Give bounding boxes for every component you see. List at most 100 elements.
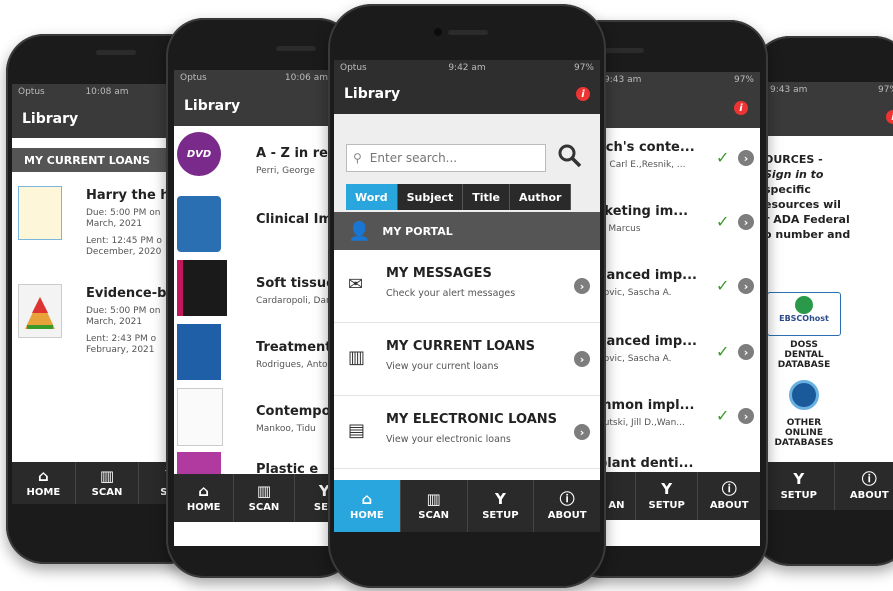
barcode-icon: ▥ — [99, 467, 115, 485]
status-time: 9:42 am — [448, 63, 486, 73]
info-icon: ⓘ — [559, 490, 575, 508]
phone-3-screen: Optus 9:42 am 97% Library i ⚲ Word Subje… — [334, 60, 600, 532]
chevron-right-icon[interactable]: › — [738, 408, 754, 424]
tab-setup[interactable]: Y SETUP — [764, 462, 835, 510]
wrench-icon: Y — [793, 470, 805, 488]
chevron-right-icon[interactable]: › — [738, 278, 754, 294]
wrench-icon: Y — [494, 490, 506, 508]
tab-bar: ⌂ HOME ▥ SCAN Y SETUP ⓘ ABOUT — [334, 480, 600, 532]
result-item[interactable]: rketing im... s, Marcus ✓ › — [598, 194, 760, 258]
portal-header: 👤 MY PORTAL — [334, 212, 600, 250]
phone-2-screen: Optus 10:06 am Library DVD A - Z in res … — [174, 70, 354, 546]
search-field[interactable]: ⚲ — [346, 144, 546, 172]
book-cover — [177, 452, 221, 474]
book-cover — [177, 260, 227, 316]
search-area: ⚲ Word Subject Title Author — [334, 114, 600, 214]
tab-bar: AN Y SETUP ⓘ ABOUT — [598, 472, 760, 520]
tab-about[interactable]: ⓘ ABOUT — [698, 472, 760, 520]
tab-about[interactable]: ⓘ ABOUT — [534, 480, 600, 532]
envelope-icon: ✉ — [348, 274, 364, 295]
search-input[interactable] — [367, 150, 532, 166]
resources-text: OURCES - Sign in to specific esources wi… — [764, 153, 851, 241]
app-bar: Library i — [334, 74, 600, 114]
result-item[interactable]: DVD A - Z in res Perri, George — [174, 128, 354, 194]
chevron-right-icon[interactable]: › — [574, 278, 590, 294]
check-icon: ✓ — [716, 406, 730, 425]
status-time: 9:43 am — [604, 75, 642, 85]
segment-subject[interactable]: Subject — [397, 184, 464, 210]
result-item[interactable]: Treatment Rodrigues, Anton — [174, 322, 354, 386]
check-icon: ✓ — [716, 342, 730, 361]
result-item[interactable]: Clinical Imp — [174, 194, 354, 258]
home-icon: ⌂ — [198, 482, 210, 500]
phone-5-screen: 9:43 am 97% i OURCES - Sign in to specif… — [764, 82, 893, 510]
magnifier-icon — [558, 144, 582, 168]
status-time: 10:06 am — [284, 73, 328, 83]
chevron-right-icon[interactable]: › — [738, 344, 754, 360]
tab-setup[interactable]: Y SETUP — [468, 480, 535, 532]
result-item[interactable]: vanced imp... novic, Sascha A. ✓ › — [598, 258, 760, 322]
info-icon[interactable]: i — [886, 110, 893, 124]
ebook-icon — [177, 196, 221, 252]
books-icon: ▥ — [348, 347, 366, 368]
phone-4-screen: 9:43 am 97% i sch's conte... h, Carl E.,… — [598, 72, 760, 546]
ebsco-swirl-icon — [795, 296, 813, 314]
phone-3: Optus 9:42 am 97% Library i ⚲ Word Subje… — [328, 4, 606, 588]
carrier: Optus — [180, 73, 207, 83]
home-icon: ⌂ — [361, 490, 373, 508]
book-cover — [18, 186, 62, 240]
book-cover — [177, 324, 221, 380]
barcode-icon: ▥ — [426, 490, 441, 508]
info-icon: ⓘ — [721, 480, 737, 498]
tab-about[interactable]: ⓘ ABOUT — [835, 462, 893, 510]
info-icon[interactable]: i — [734, 101, 748, 115]
document-cover — [177, 388, 223, 446]
search-button[interactable] — [556, 142, 584, 170]
other-databases-link[interactable]: OTHER ONLINE DATABASES — [764, 380, 844, 448]
document-icon: ▤ — [348, 420, 366, 441]
tab-scan[interactable]: ▥ SCAN — [234, 474, 295, 522]
info-icon[interactable]: i — [576, 87, 590, 101]
pyramid-icon — [25, 297, 55, 329]
globe-icon — [789, 380, 819, 410]
chevron-right-icon[interactable]: › — [574, 351, 590, 367]
check-icon: ✓ — [716, 276, 730, 295]
wrench-icon: Y — [661, 480, 673, 498]
chevron-right-icon[interactable]: › — [738, 150, 754, 166]
tab-scan[interactable]: ▥ SCAN — [76, 462, 140, 504]
portal-item-electronic-loans[interactable]: ▤ MY ELECTRONIC LOANS View your electron… — [334, 396, 600, 469]
battery-level: 97% — [733, 75, 754, 85]
segment-author[interactable]: Author — [510, 184, 572, 210]
result-item[interactable]: sch's conte... h, Carl E.,Resnik, ... ✓ … — [598, 130, 760, 194]
chevron-right-icon[interactable]: › — [738, 214, 754, 230]
search-icon: ⚲ — [353, 151, 362, 165]
result-item[interactable]: mmon impl... hutski, Jill D.,Wan... ✓ › — [598, 388, 760, 452]
result-item[interactable]: vanced imp... novic, Sascha A. ✓ › — [598, 324, 760, 388]
tab-setup[interactable]: Y SETUP — [636, 472, 699, 520]
app-bar: Library — [174, 86, 354, 126]
tab-bar: Y SETUP ⓘ ABOUT — [764, 462, 893, 510]
segment-word[interactable]: Word — [346, 184, 398, 210]
tab-home[interactable]: ⌂ HOME — [334, 480, 401, 532]
user-icon: 👤 — [348, 220, 371, 242]
ebsco-database-link[interactable]: EBSCOhost DOSS DENTAL DATABASE — [764, 292, 844, 370]
battery-level: 97% — [877, 85, 893, 95]
segment-title[interactable]: Title — [463, 184, 511, 210]
app-title: Library — [22, 111, 79, 127]
portal-item-current-loans[interactable]: ▥ MY CURRENT LOANS View your current loa… — [334, 323, 600, 396]
result-item[interactable]: Contempor Mankoo, Tidu — [174, 386, 354, 450]
dvd-cover: DVD — [177, 132, 221, 176]
result-item[interactable]: Soft tissues Cardaropoli, Dar — [174, 258, 354, 322]
barcode-icon — [614, 481, 619, 497]
tab-scan[interactable]: ▥ SCAN — [401, 480, 468, 532]
app-title: Library — [184, 98, 241, 114]
search-type-segment: Word Subject Title Author — [346, 184, 572, 210]
portal-item-messages[interactable]: ✉ MY MESSAGES Check your alert messages … — [334, 250, 600, 323]
tab-home[interactable]: ⌂ HOME — [12, 462, 76, 504]
tab-bar: ⌂HOME ▥SCAN YSET — [174, 474, 354, 522]
check-icon: ✓ — [716, 148, 730, 167]
phone-5: 9:43 am 97% i OURCES - Sign in to specif… — [752, 36, 893, 566]
chevron-right-icon[interactable]: › — [574, 424, 590, 440]
barcode-icon: ▥ — [256, 482, 272, 500]
tab-home[interactable]: ⌂ HOME — [174, 474, 235, 522]
